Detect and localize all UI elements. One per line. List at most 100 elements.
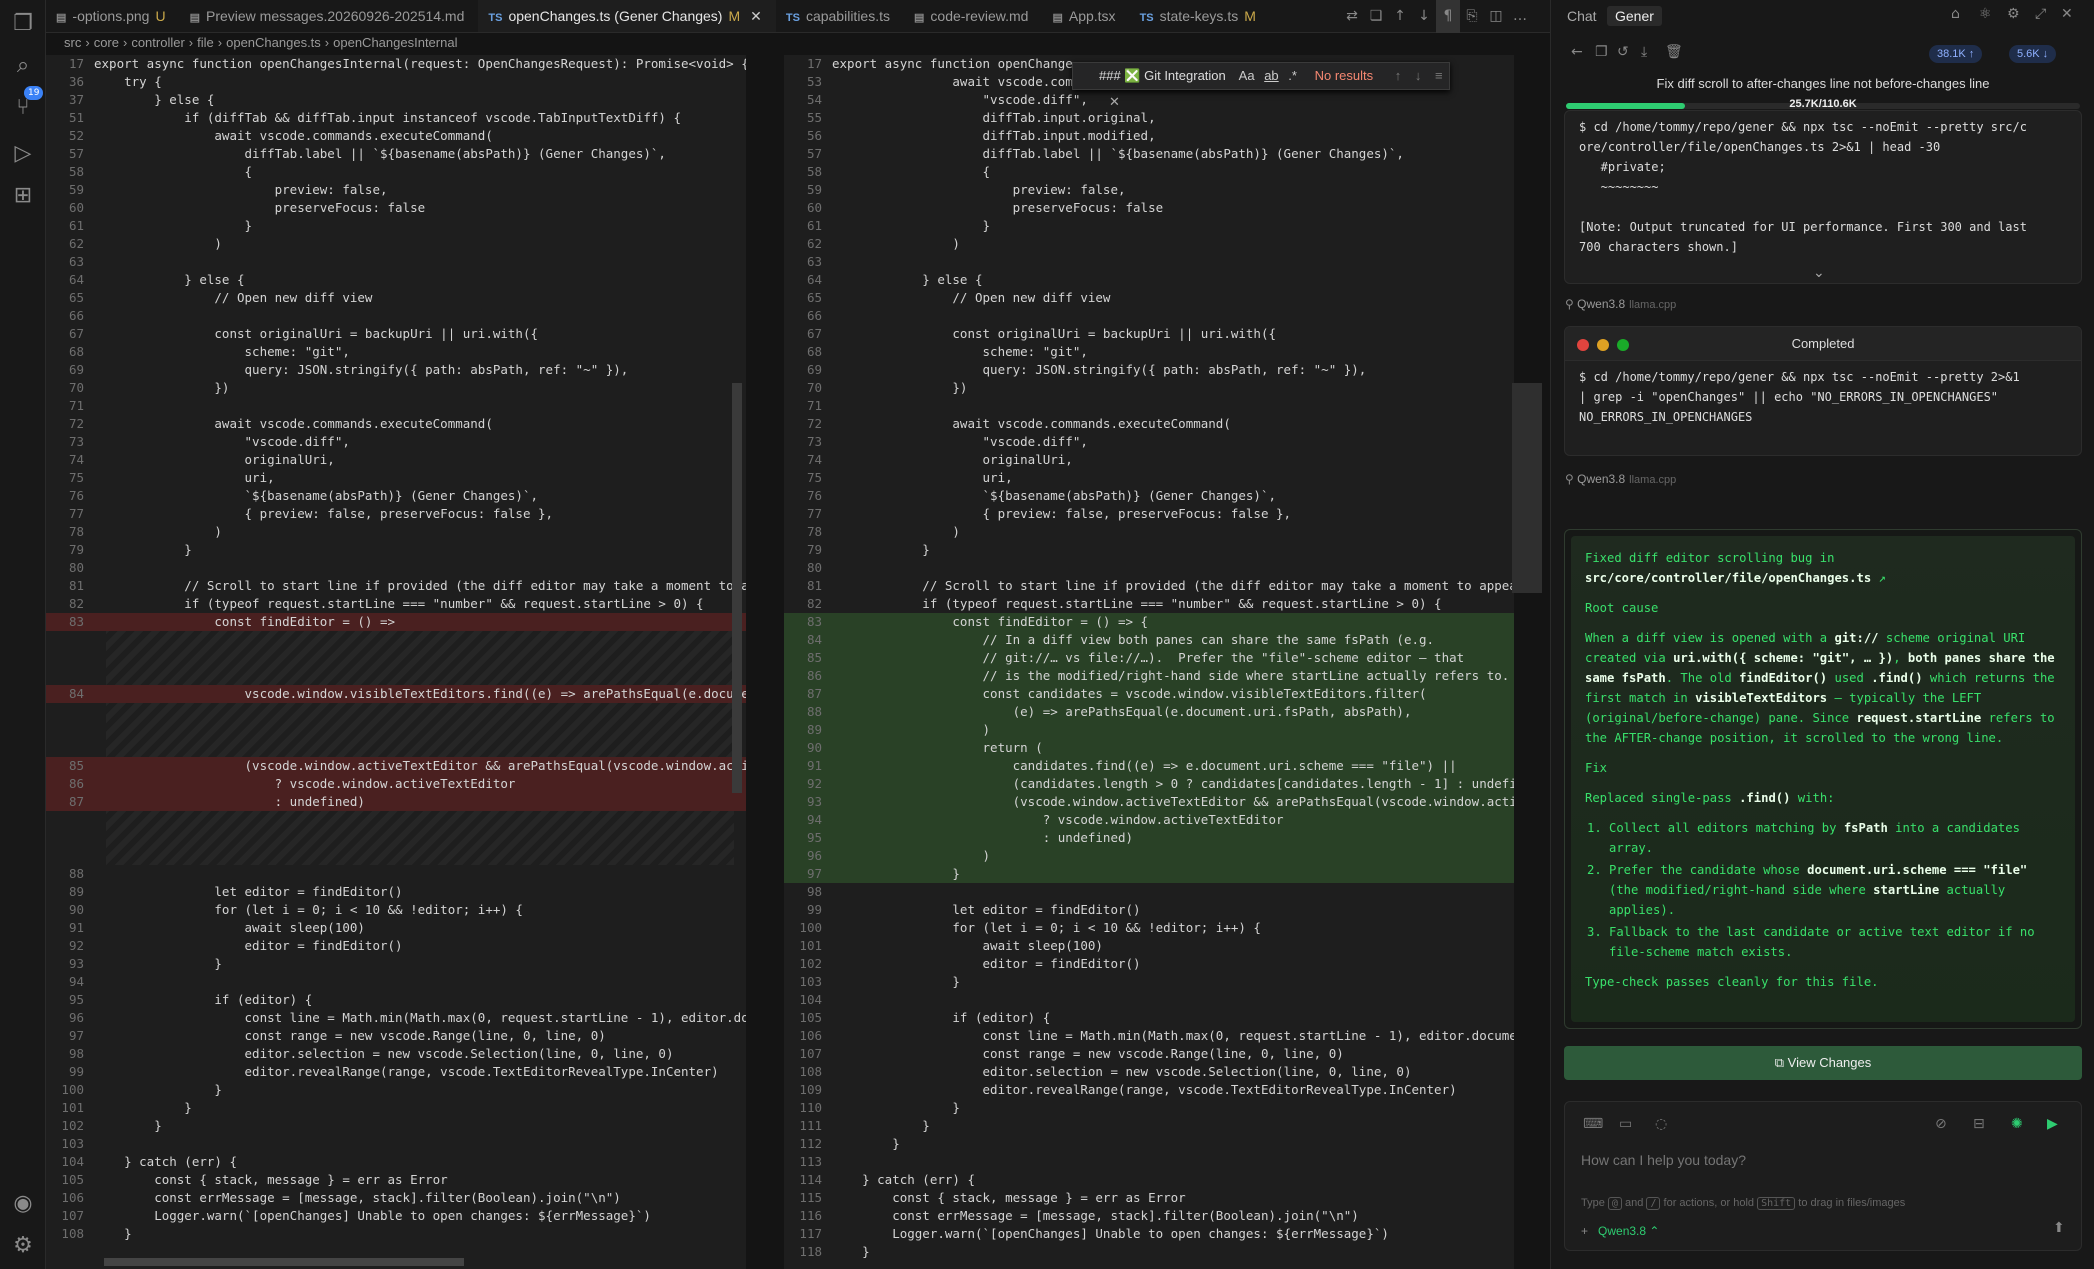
code-line[interactable]: 36 try { [46,73,746,91]
expand-icon[interactable]: ⤢ [2035,6,2046,22]
more-actions-icon[interactable]: … [1508,0,1532,33]
model-selector[interactable]: + Qwen3.8 ⌃ [1581,1224,1659,1238]
breadcrumb-item[interactable]: src [64,35,81,50]
code-line[interactable]: 95 : undefined) [784,829,1514,847]
code-line[interactable]: 72 await vscode.commands.executeCommand( [784,415,1514,433]
tab-6[interactable]: TS state-keys.ts M [1130,0,1270,32]
code-line[interactable]: 78 ) [46,523,746,541]
left-scrollbar[interactable] [732,383,742,793]
code-line[interactable]: 102 editor = findEditor() [784,955,1514,973]
code-line[interactable]: 65 // Open new diff view [784,289,1514,307]
code-line[interactable]: 71 [46,397,746,415]
tab-0[interactable]: ▤ -options.png U [46,0,180,32]
code-line[interactable]: 85 // git://… vs file://…). Prefer the "… [784,649,1514,667]
code-line[interactable]: 76 `${basename(absPath)} (Gener Changes)… [784,487,1514,505]
act-icon[interactable]: ▶ [2047,1116,2058,1132]
code-line[interactable]: 87 const candidates = vscode.window.visi… [784,685,1514,703]
code-line[interactable]: 90 for (let i = 0; i < 10 && !editor; i+… [46,901,746,919]
copy-icon[interactable]: ❐ [1595,44,1608,60]
code-line[interactable]: 103 [46,1135,746,1153]
code-line[interactable]: 105 const { stack, message } = err as Er… [46,1171,746,1189]
code-line[interactable]: 64 } else { [784,271,1514,289]
add-icon[interactable]: + [1581,1224,1588,1238]
view-changes-button[interactable]: ⧉ View Changes [1564,1046,2082,1080]
tab-2[interactable]: TS openChanges.ts (Gener Changes) M ✕ [478,0,776,32]
tab-1[interactable]: ▤ Preview messages.20260926-202514.md [180,0,479,32]
tab-chat[interactable]: Chat [1559,6,1605,26]
code-line[interactable]: 58 { [46,163,746,181]
code-line[interactable]: 105 if (editor) { [784,1009,1514,1027]
chat-input[interactable] [1581,1152,2061,1168]
code-line[interactable]: 88 (e) => arePathsEqual(e.document.uri.f… [784,703,1514,721]
code-line[interactable]: 86 // is the modified/right-hand side wh… [784,667,1514,685]
code-line[interactable]: 102 } [46,1117,746,1135]
code-line[interactable]: 60 preserveFocus: false [46,199,746,217]
code-line[interactable]: 71 [784,397,1514,415]
code-line[interactable]: 104 } catch (err) { [46,1153,746,1171]
code-line[interactable]: 75 uri, [46,469,746,487]
extensions-icon[interactable]: ⊞ [0,176,46,216]
code-line[interactable]: 66 [784,307,1514,325]
code-line[interactable]: 115 const { stack, message } = err as Er… [784,1189,1514,1207]
regex-option[interactable]: .* [1288,68,1297,83]
find-next-icon[interactable]: ↓ [1415,68,1422,83]
code-line[interactable]: 72 await vscode.commands.executeCommand( [46,415,746,433]
tab-gener[interactable]: Gener [1607,6,1662,26]
diff-right-pane[interactable]: 17 export async function openChange 53 awa… [784,55,1514,1269]
code-line[interactable]: 97 } [784,865,1514,883]
previous-change-icon[interactable]: ↑ [1388,0,1412,33]
code-line[interactable]: 81 // Scroll to start line if provided (… [46,577,746,595]
horizontal-scrollbar[interactable] [104,1258,464,1266]
code-line[interactable]: 99 let editor = findEditor() [784,901,1514,919]
code-line[interactable]: 77 { preview: false, preserveFocus: fals… [46,505,746,523]
tab-5[interactable]: ▤ App.tsx [1042,0,1129,32]
code-line[interactable]: 80 [784,559,1514,577]
code-line[interactable]: 75 uri, [784,469,1514,487]
code-line[interactable]: 51 if (diffTab && diffTab.input instance… [46,109,746,127]
code-line[interactable]: 103 } [784,973,1514,991]
code-line[interactable]: 70 }) [46,379,746,397]
history-icon[interactable]: ↺ [1617,44,1629,60]
code-line[interactable]: 94 ? vscode.window.activeTextEditor [784,811,1514,829]
code-line[interactable]: 100 } [46,1081,746,1099]
code-line[interactable]: 74 originalUri, [784,451,1514,469]
inbox-icon[interactable]: ⊟ [1973,1116,1985,1132]
code-line[interactable]: 93 (vscode.window.activeTextEditor && ar… [784,793,1514,811]
next-change-icon[interactable]: ↓ [1412,0,1436,33]
code-line[interactable]: 17 export async function openChangesInter… [46,55,746,73]
code-line[interactable]: 107 Logger.warn(`[openChanges] Unable to… [46,1207,746,1225]
code-line[interactable]: 59 preview: false, [46,181,746,199]
code-line[interactable]: 70 }) [784,379,1514,397]
right-scrollbar[interactable] [1512,383,1542,593]
code-line[interactable]: 63 [46,253,746,271]
send-icon[interactable]: ⬆ [2053,1220,2065,1236]
code-line[interactable]: 81 // Scroll to start line if provided (… [784,577,1514,595]
mcp-icon[interactable]: ⚛ [1979,6,1992,22]
whole-word-option[interactable]: ab [1264,68,1278,83]
plan-icon[interactable]: ✺ [2011,1116,2023,1132]
code-line[interactable]: 93 } [46,955,746,973]
tab-close-icon[interactable]: ✕ [750,8,762,24]
code-line[interactable]: 98 [784,883,1514,901]
find-prev-icon[interactable]: ↑ [1395,68,1402,83]
code-line[interactable]: 60 preserveFocus: false [784,199,1514,217]
chevron-down-icon[interactable]: ⌄ [1813,265,1825,281]
code-line[interactable]: 56 diffTab.input.modified, [784,127,1514,145]
run-debug-icon[interactable]: ▷ [0,134,46,174]
code-line[interactable]: 104 [784,991,1514,1009]
code-line[interactable]: 85 (vscode.window.activeTextEditor && ar… [46,757,746,775]
code-line[interactable]: 96 ) [784,847,1514,865]
code-line[interactable]: 97 const range = new vscode.Range(line, … [46,1027,746,1045]
code-line[interactable]: 109 editor.revealRange(range, vscode.Tex… [784,1081,1514,1099]
settings-icon[interactable]: ⚙ [2007,6,2020,22]
code-line[interactable]: 106 const errMessage = [message, stack].… [46,1189,746,1207]
code-line[interactable]: 55 diffTab.input.original, [784,109,1514,127]
breadcrumb-item[interactable]: core [94,35,119,50]
code-line[interactable]: 62 ) [784,235,1514,253]
code-line[interactable]: 77 { preview: false, preserveFocus: fals… [784,505,1514,523]
code-line[interactable]: 79 } [46,541,746,559]
code-line[interactable]: 96 const line = Math.min(Math.max(0, req… [46,1009,746,1027]
code-line[interactable]: 90 return ( [784,739,1514,757]
code-line[interactable]: 114 } catch (err) { [784,1171,1514,1189]
code-line[interactable]: 95 if (editor) { [46,991,746,1009]
